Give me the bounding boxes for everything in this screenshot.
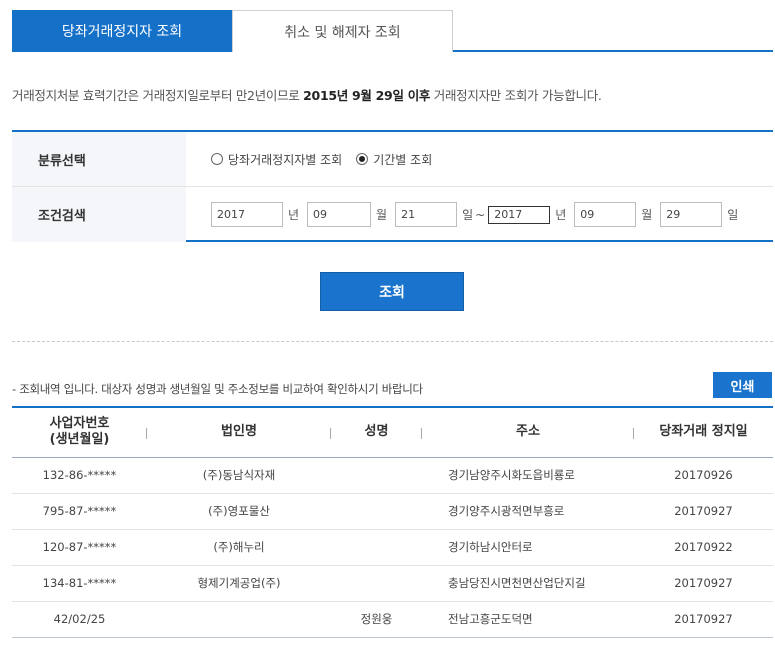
from-day-input[interactable]: 21 [395, 202, 458, 227]
cell-address: 전남고흥군도덕면 [422, 601, 634, 638]
header-company-label: 법인명 [221, 424, 257, 440]
cell-name [331, 565, 422, 602]
cell-name [331, 493, 422, 530]
notice-suffix: 거래정지자만 조회가 가능합니다. [430, 88, 602, 103]
cell-company [147, 601, 331, 638]
category-row: 분류선택 당좌거래정지자별 조회 기간별 조회 [12, 132, 773, 187]
table-row: 134-81-***** 형제기계공업(주) 충남당진시면천면산업단지길 201… [12, 565, 773, 602]
header-address: 주소 [422, 407, 634, 458]
to-year-input[interactable]: 2017 [488, 205, 551, 224]
cell-biz-no: 120-87-***** [12, 529, 147, 566]
to-day-input[interactable]: 29 [660, 202, 723, 227]
cell-biz-no: 134-81-***** [12, 565, 147, 602]
table-row: 795-87-***** (주)영포물산 경기양주시광적면부흥로 2017092… [12, 493, 773, 530]
header-date-label: 당좌거래 정지일 [659, 424, 748, 440]
header-name-label: 성명 [364, 424, 389, 440]
divider [12, 341, 773, 342]
result-info-text: - 조회내역 입니다. 대상자 성명과 생년월일 및 주소정보를 비교하여 확인… [12, 382, 423, 396]
radio-unchecked-icon[interactable] [211, 153, 223, 165]
cell-company: (주)해누리 [147, 529, 331, 566]
cell-company: (주)영포물산 [147, 493, 331, 530]
table-row: 42/02/25 정원웅 전남고흥군도덕면 20170927 [12, 601, 773, 638]
category-label: 분류선택 [12, 132, 186, 186]
cell-name [331, 457, 422, 494]
radio-by-period-label: 기간별 조회 [373, 152, 433, 167]
cell-name [331, 529, 422, 566]
cell-address: 경기양주시광적면부흥로 [422, 493, 634, 530]
unit-year: 년 [555, 208, 567, 222]
header-address-label: 주소 [516, 424, 540, 440]
search-form: 분류선택 당좌거래정지자별 조회 기간별 조회 조건검색 2017 년 09 월… [12, 130, 773, 242]
cell-biz-no: 795-87-***** [12, 493, 147, 530]
tab-cancelled-lookup[interactable]: 취소 및 해제자 조회 [232, 10, 453, 52]
from-month-input[interactable]: 09 [307, 202, 372, 227]
cell-date: 20170927 [634, 565, 773, 602]
header-biz-no-line2: (생년월일) [49, 432, 110, 448]
cell-date: 20170926 [634, 457, 773, 494]
search-button[interactable]: 조회 [320, 272, 464, 311]
cell-date: 20170922 [634, 529, 773, 566]
header-name: 성명 [331, 407, 422, 458]
radio-by-period[interactable]: 기간별 조회 [356, 151, 432, 168]
cell-address: 경기남양주시화도읍비룡로 [422, 457, 634, 494]
notice-date: 2015년 9월 29일 이후 [303, 88, 431, 103]
to-month-input[interactable]: 09 [574, 202, 637, 227]
cell-biz-no: 42/02/25 [12, 601, 147, 638]
cell-company: (주)동남식자재 [147, 457, 331, 494]
cell-date: 20170927 [634, 601, 773, 638]
table-row: 120-87-***** (주)해누리 경기하남시안터로 20170922 [12, 529, 773, 566]
unit-day: 일 [462, 208, 474, 222]
notice-prefix: 거래정지처분 효력기간은 거래정지일로부터 만2년이므로 [12, 88, 304, 103]
table-header-row: 사업자번호 (생년월일) 법인명 성명 주소 당좌거래 정지일 [12, 407, 773, 458]
header-biz-no-line1: 사업자번호 [49, 416, 110, 432]
cell-date: 20170927 [634, 493, 773, 530]
header-company: 법인명 [147, 407, 331, 458]
cell-company: 형제기계공업(주) [147, 565, 331, 602]
tab-suspended-lookup[interactable]: 당좌거래정지자 조회 [12, 10, 232, 52]
cell-name: 정원웅 [331, 601, 422, 638]
results-table: 사업자번호 (생년월일) 법인명 성명 주소 당좌거래 정지일 132-86-*… [12, 406, 773, 638]
condition-label: 조건검색 [12, 187, 186, 242]
header-biz-no: 사업자번호 (생년월일) [12, 407, 147, 458]
unit-month: 월 [376, 208, 388, 222]
print-button[interactable]: 인쇄 [713, 372, 772, 398]
unit-month: 월 [641, 208, 653, 222]
cell-address: 충남당진시면천면산업단지길 [422, 565, 634, 602]
table-row: 132-86-***** (주)동남식자재 경기남양주시화도읍비룡로 20170… [12, 457, 773, 494]
range-separator: ~ [475, 207, 486, 222]
radio-by-person[interactable]: 당좌거래정지자별 조회 [211, 151, 342, 168]
tab-bar: 당좌거래정지자 조회 취소 및 해제자 조회 [12, 10, 773, 52]
unit-day: 일 [727, 208, 739, 222]
radio-by-person-label: 당좌거래정지자별 조회 [228, 152, 343, 167]
notice-text: 거래정지처분 효력기간은 거래정지일로부터 만2년이므로 2015년 9월 29… [12, 85, 602, 104]
unit-year: 년 [288, 208, 300, 222]
condition-row: 조건검색 2017 년 09 월 21 일 ~ 2017 년 09 월 29 일 [12, 187, 773, 242]
cell-address: 경기하남시안터로 [422, 529, 634, 566]
header-date: 당좌거래 정지일 [634, 407, 773, 458]
from-year-input[interactable]: 2017 [211, 202, 283, 227]
radio-checked-icon[interactable] [356, 153, 369, 165]
cell-biz-no: 132-86-***** [12, 457, 147, 494]
